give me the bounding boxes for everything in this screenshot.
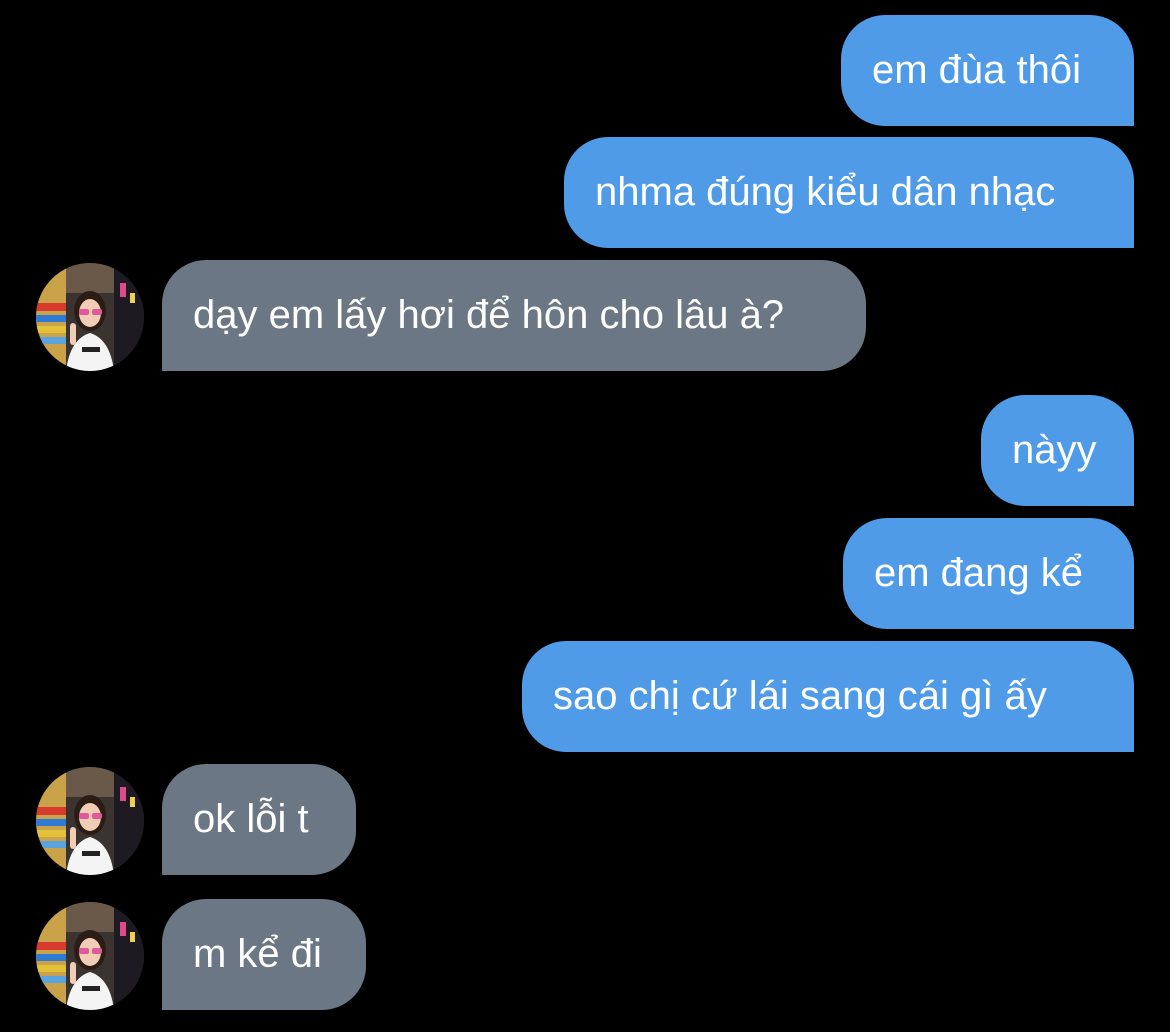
contact-avatar-photo [36,902,144,1010]
sent-message-bubble[interactable]: sao chị cứ lái sang cái gì ấy [522,641,1134,752]
received-message-bubble[interactable]: dạy em lấy hơi để hôn cho lâu à? [162,260,866,371]
message-thread: em đùa thôi nhma đúng kiểu dân nhạc dạy … [0,0,1170,1032]
contact-avatar-photo [36,767,144,875]
sent-message-bubble[interactable]: nàyy [981,395,1134,506]
received-message-bubble[interactable]: ok lỗi t [162,764,356,875]
sent-message-bubble[interactable]: em đang kể [843,518,1134,629]
sent-message-bubble[interactable]: em đùa thôi [841,15,1134,126]
contact-avatar-photo [36,263,144,371]
contact-avatar[interactable] [36,902,144,1010]
sent-message-bubble[interactable]: nhma đúng kiểu dân nhạc [564,137,1134,248]
received-message-bubble[interactable]: m kể đi [162,899,366,1010]
contact-avatar[interactable] [36,263,144,371]
contact-avatar[interactable] [36,767,144,875]
